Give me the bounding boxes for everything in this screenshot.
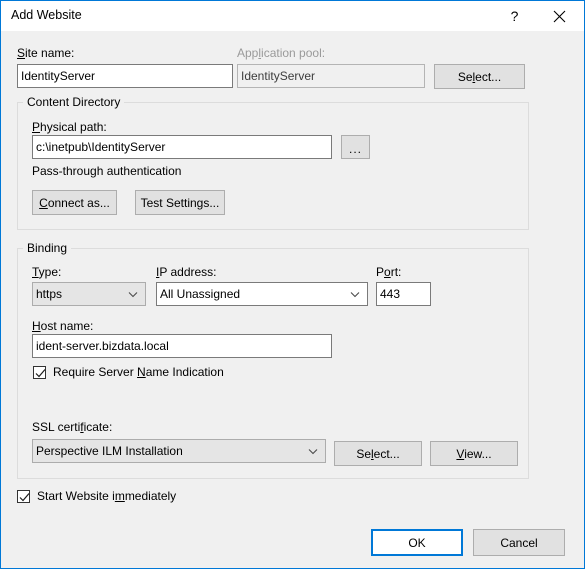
type-value: https xyxy=(36,287,63,301)
ssl-certificate-combobox[interactable]: Perspective ILM Installation xyxy=(32,439,326,463)
test-settings-label: Test Settings... xyxy=(140,195,220,210)
close-button[interactable] xyxy=(537,1,582,31)
application-pool-value: IdentityServer xyxy=(241,69,316,83)
start-website-label: Start Website immediately xyxy=(37,489,177,503)
site-name-label: Site name: xyxy=(17,46,75,60)
ssl-view-label: View... xyxy=(456,446,492,461)
connect-as-label: Connect as... xyxy=(39,195,110,210)
ellipsis-icon: ... xyxy=(348,142,362,156)
ssl-view-button[interactable]: View... xyxy=(430,441,518,466)
ok-button[interactable]: OK xyxy=(371,529,463,556)
ssl-select-label: Select... xyxy=(356,446,400,461)
application-pool-input: IdentityServer xyxy=(237,64,425,88)
chevron-down-icon xyxy=(127,288,139,300)
ip-address-label: IP address: xyxy=(156,265,217,279)
host-name-value: ident-server.bizdata.local xyxy=(36,339,169,353)
physical-path-value: c:\inetpub\IdentityServer xyxy=(36,140,166,154)
content-directory-group-label: Content Directory xyxy=(23,95,125,109)
cancel-label: Cancel xyxy=(500,535,538,550)
application-pool-label: Application pool: xyxy=(237,46,326,60)
application-pool-select-label: Select... xyxy=(457,69,502,84)
require-sni-checkbox[interactable]: Require Server Name Indication xyxy=(33,365,224,379)
start-website-checkbox[interactable]: Start Website immediately xyxy=(17,489,176,503)
window-title: Add Website xyxy=(11,8,82,22)
ip-address-combobox[interactable]: All Unassigned xyxy=(156,282,368,306)
application-pool-select-button[interactable]: Select... xyxy=(434,64,525,89)
port-input[interactable]: 443 xyxy=(376,282,431,306)
add-website-dialog: Add Website ? Site name: IdentityServer … xyxy=(0,0,585,569)
site-name-input[interactable]: IdentityServer xyxy=(17,64,233,88)
question-mark-icon: ? xyxy=(510,8,519,24)
require-sni-label: Require Server Name Indication xyxy=(53,365,224,379)
port-value: 443 xyxy=(380,287,401,301)
title-bar: Add Website ? xyxy=(1,1,584,31)
connect-as-button[interactable]: Connect as... xyxy=(32,190,117,215)
chevron-down-icon xyxy=(349,288,361,300)
checkbox-box xyxy=(17,489,30,503)
type-combobox[interactable]: https xyxy=(32,282,146,306)
host-name-label: Host name: xyxy=(32,319,94,333)
pass-through-authentication-text: Pass-through authentication xyxy=(32,164,182,178)
physical-path-browse-button[interactable]: ... xyxy=(341,135,370,159)
cancel-button[interactable]: Cancel xyxy=(473,529,565,556)
close-icon xyxy=(553,10,566,22)
help-button[interactable]: ? xyxy=(492,1,537,31)
physical-path-input[interactable]: c:\inetpub\IdentityServer xyxy=(32,135,332,159)
ip-address-value: All Unassigned xyxy=(160,287,241,301)
port-label: Port: xyxy=(376,265,402,279)
ssl-select-button[interactable]: Select... xyxy=(334,441,422,466)
binding-group-label: Binding xyxy=(23,241,72,255)
ssl-certificate-value: Perspective ILM Installation xyxy=(36,444,183,458)
host-name-input[interactable]: ident-server.bizdata.local xyxy=(32,334,332,358)
physical-path-label: Physical path: xyxy=(32,120,107,134)
site-name-value: IdentityServer xyxy=(21,69,96,83)
checkmark-icon xyxy=(35,368,46,377)
ok-label: OK xyxy=(408,535,426,550)
checkbox-box xyxy=(33,365,46,379)
ssl-certificate-label: SSL certificate: xyxy=(32,420,113,434)
type-label: Type: xyxy=(32,265,62,279)
chevron-down-icon xyxy=(307,445,319,457)
test-settings-button[interactable]: Test Settings... xyxy=(135,190,225,215)
checkmark-icon xyxy=(19,492,30,501)
